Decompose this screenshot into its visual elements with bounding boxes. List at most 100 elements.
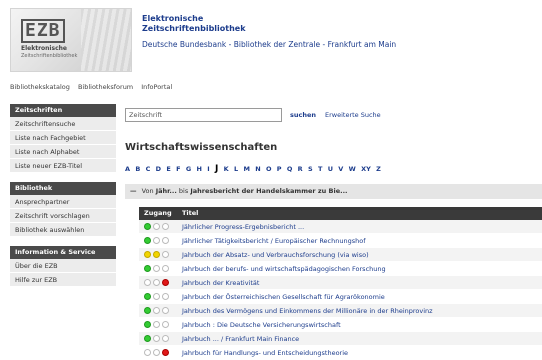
sidebar-item-bibliothek-auswaehlen[interactable]: Bibliothek auswählen bbox=[10, 223, 116, 237]
journal-title-link[interactable]: Jahrbuch ... / Frankfurt Main Finance bbox=[182, 332, 299, 346]
alphabet-letter[interactable]: D bbox=[156, 165, 161, 173]
range-prefix: Von bbox=[141, 187, 154, 195]
sidebar-item-vorschlagen[interactable]: Zeitschrift vorschlagen bbox=[10, 209, 116, 223]
off-light-icon bbox=[144, 349, 151, 356]
alphabet-letter[interactable]: C bbox=[146, 165, 151, 173]
table-header: Zugang Titel bbox=[139, 207, 542, 220]
table-row: Jahrbuch ... / Frankfurt Main Finance bbox=[139, 332, 542, 346]
alphabet-letter[interactable]: F bbox=[176, 165, 180, 173]
alphabet-letter[interactable]: J bbox=[215, 164, 218, 174]
table-row: Jahrbuch der berufs- und wirtschaftspäda… bbox=[139, 262, 542, 276]
off-light-icon bbox=[153, 237, 160, 244]
journal-title-link[interactable]: Jahrbuch der berufs- und wirtschaftspäda… bbox=[182, 262, 386, 276]
alphabet-nav: A B C D E F G H I J K L M N O P Q R S T U V W XY Z bbox=[125, 164, 386, 174]
journal-title-link[interactable]: Jahrbuch : Die Deutsche Versicherungswir… bbox=[182, 318, 341, 332]
nav-infoportal[interactable]: InfoPortal bbox=[141, 83, 172, 91]
access-traffic-light-icon bbox=[144, 307, 172, 315]
ezb-logo[interactable]: EZB Elektronische Zeitschriftenbibliothe… bbox=[10, 8, 132, 72]
sidebar-heading-info: Information & Service bbox=[10, 246, 116, 259]
advanced-search-link[interactable]: Erweiterte Suche bbox=[325, 111, 381, 119]
sidebar-item-neue-titel[interactable]: Liste neuer EZB-Titel bbox=[10, 159, 116, 173]
alphabet-letter[interactable]: H bbox=[197, 165, 202, 173]
yellow-light-icon bbox=[144, 251, 151, 258]
off-light-icon bbox=[162, 265, 169, 272]
site-title-line1: Elektronische bbox=[142, 14, 204, 23]
off-light-icon bbox=[153, 279, 160, 286]
nav-bibliothekskatalog[interactable]: Bibliothekskatalog bbox=[10, 83, 70, 91]
access-traffic-light-icon bbox=[144, 349, 172, 357]
journal-title-link[interactable]: Jahrbuch der Absatz- und Verbrauchsforsc… bbox=[182, 248, 369, 262]
alphabet-letter[interactable]: A bbox=[125, 165, 130, 173]
off-light-icon bbox=[162, 321, 169, 328]
table-row: Jährlicher Progress-Ergebnisbericht ... bbox=[139, 220, 542, 234]
access-traffic-light-icon bbox=[144, 279, 172, 287]
journal-title-link[interactable]: Jahrbuch für Handlungs- und Entscheidung… bbox=[182, 346, 348, 360]
search-input[interactable] bbox=[125, 108, 282, 122]
table-body: Jährlicher Progress-Ergebnisbericht ... J… bbox=[139, 220, 542, 360]
journal-title-link[interactable]: Jährlicher Progress-Ergebnisbericht ... bbox=[182, 220, 304, 234]
alphabet-letter[interactable]: U bbox=[328, 165, 333, 173]
green-light-icon bbox=[144, 293, 151, 300]
journal-title-link[interactable]: Jahrbuch der Kreativität bbox=[182, 276, 259, 290]
range-middle: bis bbox=[178, 187, 189, 195]
alphabet-letter[interactable]: B bbox=[135, 165, 140, 173]
off-light-icon bbox=[153, 349, 160, 356]
off-light-icon bbox=[153, 321, 160, 328]
table-row: Jährlicher Tätigkeitsbericht / Europäisc… bbox=[139, 234, 542, 248]
access-traffic-light-icon bbox=[144, 335, 172, 343]
alphabet-letter[interactable]: K bbox=[224, 165, 229, 173]
sidebar-item-ansprechpartner[interactable]: Ansprechpartner bbox=[10, 195, 116, 209]
off-light-icon bbox=[162, 335, 169, 342]
alphabet-letter[interactable]: N bbox=[255, 165, 260, 173]
alphabet-letter[interactable]: P bbox=[277, 165, 282, 173]
logo-subtitle-1: Elektronische bbox=[21, 45, 67, 52]
sidebar-item-fachgebiet[interactable]: Liste nach Fachgebiet bbox=[10, 131, 116, 145]
logo-mark: EZB bbox=[21, 19, 66, 43]
green-light-icon bbox=[144, 265, 151, 272]
alphabet-letter[interactable]: L bbox=[234, 165, 238, 173]
alphabet-letter[interactable]: R bbox=[298, 165, 303, 173]
site-title-line2: Zeitschriftenbibliothek bbox=[142, 24, 246, 33]
alphabet-letter[interactable]: T bbox=[318, 165, 322, 173]
off-light-icon bbox=[153, 307, 160, 314]
red-light-icon bbox=[162, 349, 169, 356]
access-traffic-light-icon bbox=[144, 251, 172, 259]
journal-title-link[interactable]: Jahrbuch des Vermögens und Einkommens de… bbox=[182, 304, 433, 318]
alphabet-letter[interactable]: Q bbox=[287, 165, 293, 173]
table-row: Jahrbuch des Vermögens und Einkommens de… bbox=[139, 304, 542, 318]
sidebar-item-ueber-ezb[interactable]: Über die EZB bbox=[10, 259, 116, 273]
column-access: Zugang bbox=[144, 209, 172, 217]
range-to: Jahresbericht der Handelskammer zu Bie..… bbox=[190, 187, 348, 195]
alphabet-letter[interactable]: O bbox=[266, 165, 272, 173]
logo-text: EZB bbox=[21, 19, 65, 43]
sidebar-item-alphabet[interactable]: Liste nach Alphabet bbox=[10, 145, 116, 159]
search-button[interactable]: suchen bbox=[290, 111, 316, 119]
sidebar-item-zeitschriftensuche[interactable]: Zeitschriftensuche bbox=[10, 117, 116, 131]
table-row: Jahrbuch der Kreativität bbox=[139, 276, 542, 290]
alphabet-letter[interactable]: E bbox=[166, 165, 170, 173]
column-title: Titel bbox=[182, 209, 199, 217]
alphabet-letter[interactable]: XY bbox=[361, 165, 371, 173]
green-light-icon bbox=[144, 237, 151, 244]
table-row: Jahrbuch für Handlungs- und Entscheidung… bbox=[139, 346, 542, 360]
alphabet-letter[interactable]: I bbox=[207, 165, 209, 173]
alphabet-letter[interactable]: Z bbox=[376, 165, 381, 173]
off-light-icon bbox=[162, 237, 169, 244]
journal-title-link[interactable]: Jährlicher Tätigkeitsbericht / Europäisc… bbox=[182, 234, 366, 248]
collapse-toggle[interactable]: — bbox=[130, 187, 137, 195]
off-light-icon bbox=[162, 293, 169, 300]
sidebar-heading-zeitschriften: Zeitschriften bbox=[10, 104, 116, 117]
nav-bibliotheksforum[interactable]: Bibliotheksforum bbox=[78, 83, 133, 91]
sidebar-item-hilfe[interactable]: Hilfe zur EZB bbox=[10, 273, 116, 287]
off-light-icon bbox=[153, 335, 160, 342]
journal-title-link[interactable]: Jahrbuch der Österreichischen Gesellscha… bbox=[182, 290, 385, 304]
alphabet-letter[interactable]: M bbox=[243, 165, 249, 173]
alphabet-letter[interactable]: W bbox=[349, 165, 356, 173]
off-light-icon bbox=[153, 223, 160, 230]
alphabet-letter[interactable]: G bbox=[186, 165, 191, 173]
yellow-light-icon bbox=[153, 251, 160, 258]
alphabet-letter[interactable]: S bbox=[308, 165, 313, 173]
alphabet-letter[interactable]: V bbox=[338, 165, 343, 173]
access-traffic-light-icon bbox=[144, 321, 172, 329]
access-traffic-light-icon bbox=[144, 237, 172, 245]
